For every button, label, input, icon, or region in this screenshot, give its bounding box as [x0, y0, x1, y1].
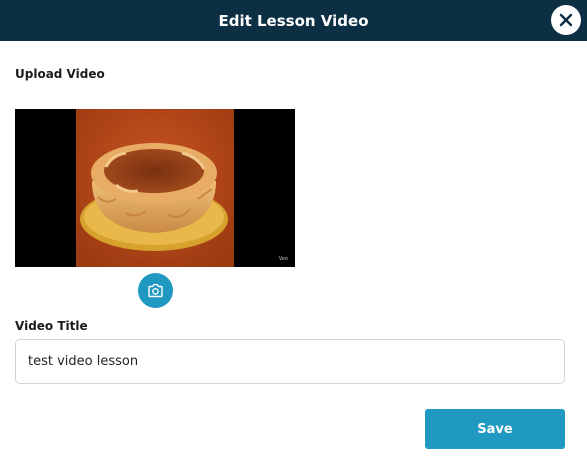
upload-video-label: Upload Video — [15, 67, 105, 81]
video-title-label: Video Title — [15, 319, 88, 333]
camera-icon — [148, 283, 163, 298]
close-button[interactable] — [551, 5, 581, 35]
change-video-button[interactable] — [138, 273, 173, 308]
modal-title: Edit Lesson Video — [218, 11, 369, 30]
video-watermark: Veo — [278, 256, 288, 262]
video-title-input[interactable] — [15, 339, 565, 384]
edit-lesson-video-modal: Edit Lesson Video Upload Video Veo Video… — [0, 0, 587, 462]
video-thumbnail-image — [76, 109, 234, 267]
save-button[interactable]: Save — [425, 409, 565, 449]
modal-header: Edit Lesson Video — [0, 0, 587, 41]
close-icon — [559, 13, 573, 27]
video-preview[interactable]: Veo — [15, 109, 295, 267]
